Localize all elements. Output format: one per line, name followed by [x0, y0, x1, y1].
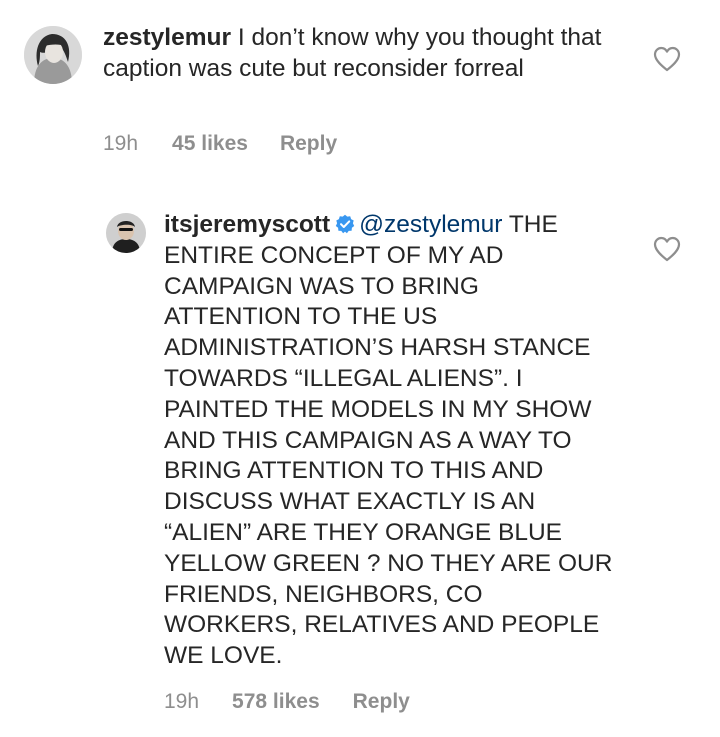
- like-heart-icon[interactable]: [653, 236, 681, 262]
- commenter-avatar[interactable]: [106, 213, 146, 253]
- reply-button[interactable]: Reply: [353, 690, 410, 714]
- profile-photo-icon: [24, 26, 82, 84]
- comment-meta: 19h 578 likes Reply: [164, 690, 410, 714]
- comment-likes[interactable]: 578 likes: [232, 690, 320, 714]
- comment-body: THE ENTIRE CONCEPT OF MY AD CAMPAIGN WAS…: [164, 211, 613, 670]
- verified-badge-icon: [335, 214, 355, 234]
- comment-username[interactable]: zestylemur: [103, 24, 231, 51]
- commenter-avatar[interactable]: [24, 26, 82, 84]
- comment-meta: 19h 45 likes Reply: [103, 132, 337, 156]
- reply-button[interactable]: Reply: [280, 132, 337, 156]
- like-heart-icon[interactable]: [653, 46, 681, 72]
- comment-time: 19h: [103, 132, 139, 155]
- comment-time: 19h: [164, 690, 200, 713]
- comment-text-block: itsjeremyscott @zestylemur THE ENTIRE CO…: [164, 210, 614, 672]
- profile-photo-icon: [106, 213, 146, 253]
- comment-text-block: zestylemur I don’t know why you thought …: [103, 23, 623, 85]
- comment-likes[interactable]: 45 likes: [172, 132, 248, 156]
- mention-link[interactable]: @zestylemur: [359, 211, 502, 238]
- comment-username[interactable]: itsjeremyscott: [164, 211, 330, 238]
